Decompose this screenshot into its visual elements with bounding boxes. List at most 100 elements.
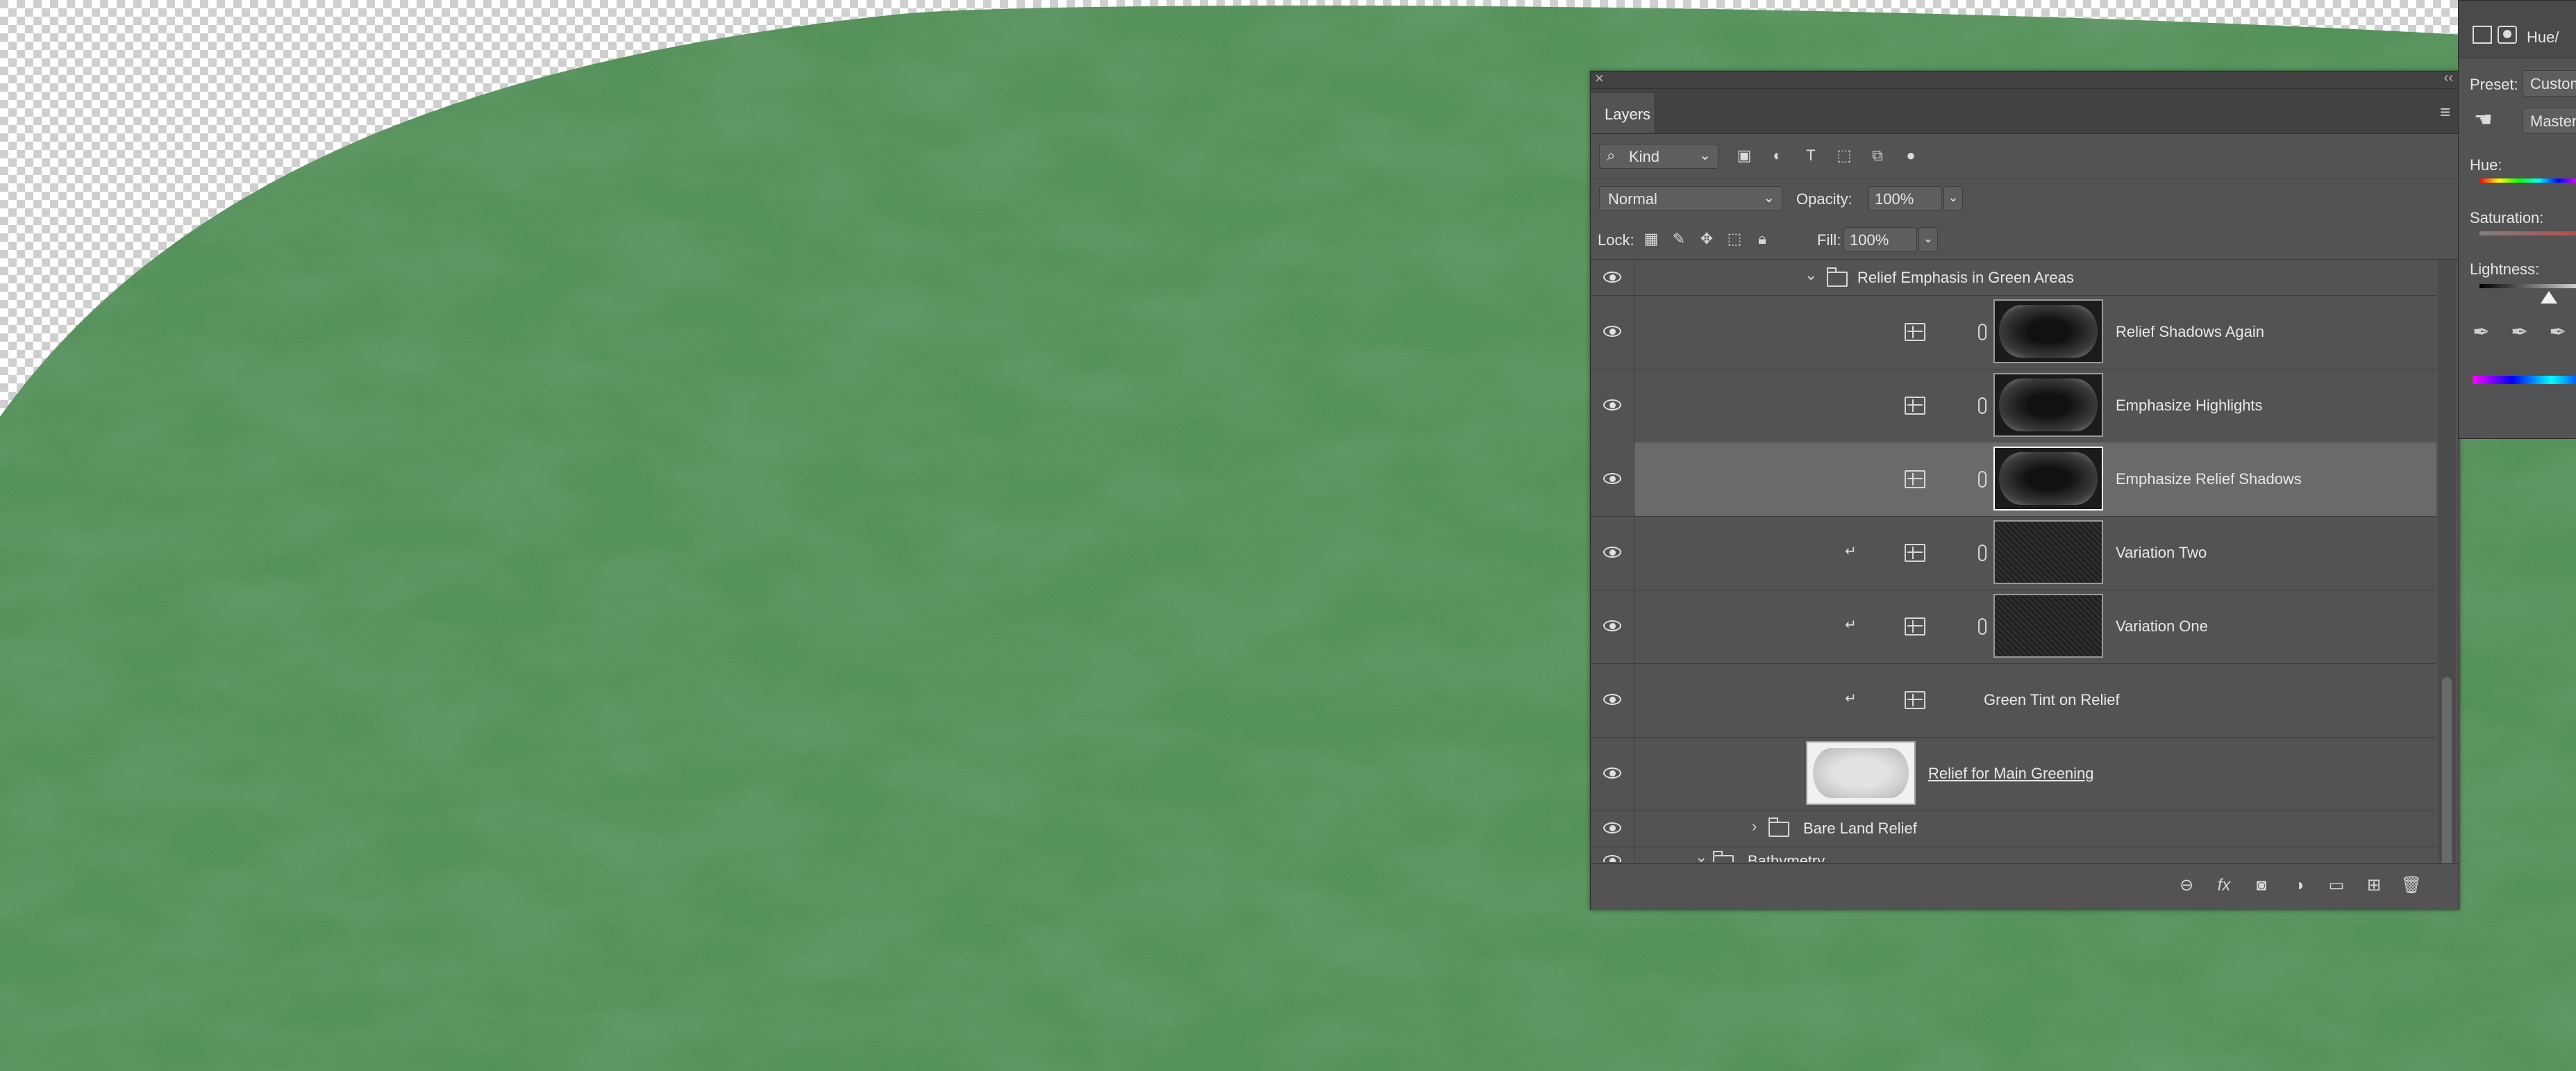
folder-icon bbox=[1713, 851, 1734, 862]
add-mask-icon[interactable]: ◙ bbox=[2250, 874, 2273, 897]
collapse-icon[interactable]: ‹‹ bbox=[2444, 70, 2453, 86]
layer-name: Relief Shadows Again bbox=[2116, 323, 2265, 340]
saturation-label: Saturation: bbox=[2470, 209, 2544, 226]
mask-link-icon[interactable] bbox=[1978, 397, 1987, 414]
layer-thumbnail[interactable] bbox=[1806, 741, 1916, 805]
curves-adjustment-icon bbox=[1905, 470, 1925, 488]
layer-row[interactable]: ↵ Variation Two bbox=[1591, 516, 2436, 590]
color-range-bar bbox=[2473, 376, 2576, 384]
filter-toggle-icon[interactable]: ● bbox=[1900, 144, 1922, 167]
image-filter-icon[interactable]: ▣ bbox=[1733, 144, 1755, 167]
lightness-label: Lightness: bbox=[2470, 260, 2540, 278]
mask-link-icon[interactable] bbox=[1978, 471, 1987, 488]
fill-value: 100% bbox=[1850, 231, 1889, 249]
visibility-eye-icon[interactable] bbox=[1603, 694, 1623, 706]
search-icon: ⌕ bbox=[1607, 147, 1616, 164]
mask-link-icon[interactable] bbox=[1978, 545, 1987, 561]
delete-layer-icon[interactable]: 🗑︎ bbox=[2400, 874, 2423, 897]
chevron-down-icon: ⌄ bbox=[1763, 190, 1775, 206]
chevron-down-icon[interactable]: ⌄ bbox=[1695, 848, 1707, 862]
lock-image-pixels-icon[interactable]: ✎ bbox=[1668, 227, 1689, 251]
visibility-eye-icon[interactable] bbox=[1603, 272, 1623, 284]
eyedropper-minus-icon[interactable]: ✒ bbox=[2549, 320, 2566, 344]
layer-row-selected[interactable]: Emphasize Relief Shadows bbox=[1591, 442, 2436, 517]
clipping-mask-arrow-icon: ↵ bbox=[1845, 544, 1857, 559]
lightness-slider[interactable] bbox=[2479, 284, 2576, 288]
layer-row[interactable]: ⌄ Relief Emphasis in Green Areas bbox=[1591, 260, 2436, 296]
adjustment-filter-icon[interactable]: ◐ bbox=[1766, 144, 1789, 167]
channel-select[interactable]: Master bbox=[2523, 108, 2576, 134]
mask-icon[interactable] bbox=[2498, 26, 2517, 44]
layer-row[interactable]: Relief Shadows Again bbox=[1591, 295, 2436, 370]
layer-name: Variation Two bbox=[2116, 544, 2207, 561]
saturation-slider[interactable] bbox=[2479, 231, 2576, 235]
visibility-eye-icon[interactable] bbox=[1603, 399, 1623, 412]
visibility-eye-icon[interactable] bbox=[1603, 767, 1623, 780]
opacity-label: Opacity: bbox=[1796, 190, 1852, 208]
layer-row[interactable]: Relief for Main Greening bbox=[1591, 737, 2436, 811]
close-icon[interactable]: × bbox=[1595, 69, 1604, 88]
mask-link-icon[interactable] bbox=[1978, 324, 1987, 340]
visibility-eye-icon[interactable] bbox=[1603, 620, 1623, 633]
lock-all-icon[interactable]: 🔒︎ bbox=[1752, 227, 1773, 251]
preset-select[interactable]: Custom bbox=[2523, 70, 2576, 97]
layer-row[interactable]: ⌄ Bathymetry bbox=[1591, 847, 2436, 862]
folder-icon bbox=[1827, 267, 1848, 287]
clipping-mask-arrow-icon: ↵ bbox=[1845, 691, 1857, 706]
shape-filter-icon[interactable]: ⬚ bbox=[1833, 144, 1855, 167]
type-filter-icon[interactable]: T bbox=[1800, 144, 1822, 167]
lock-row: Lock: ▦ ✎ ✥ ⬚ 🔒︎ Fill: 100% ⌄ bbox=[1591, 219, 2459, 260]
new-adjustment-layer-icon[interactable]: ◑ bbox=[2288, 874, 2310, 897]
properties-panel: Hue/ Preset: Custom ☚ Master Hue: Satura… bbox=[2458, 0, 2576, 439]
lock-label: Lock: bbox=[1598, 231, 1634, 249]
visibility-eye-icon[interactable] bbox=[1603, 547, 1623, 559]
layer-mask-thumbnail[interactable] bbox=[1993, 299, 2103, 363]
adjustment-icon[interactable] bbox=[2473, 26, 2492, 44]
blend-mode-value: Normal bbox=[1608, 190, 1657, 208]
hue-slider[interactable] bbox=[2479, 178, 2576, 183]
chevron-down-icon[interactable]: ⌄ bbox=[1805, 266, 1817, 284]
visibility-eye-icon[interactable] bbox=[1603, 326, 1623, 338]
visibility-eye-icon[interactable] bbox=[1603, 822, 1623, 835]
layer-mask-thumbnail[interactable] bbox=[1993, 447, 2103, 510]
opacity-input[interactable]: 100% bbox=[1868, 186, 1942, 211]
layer-list-scrollbar[interactable] bbox=[2438, 260, 2456, 879]
eyedropper-plus-icon[interactable]: ✒ bbox=[2511, 320, 2528, 344]
lock-artboard-icon[interactable]: ⬚ bbox=[1724, 227, 1745, 251]
link-layers-icon[interactable]: ⊖ bbox=[2175, 874, 2198, 897]
layer-row[interactable]: Emphasize Highlights bbox=[1591, 369, 2436, 443]
mask-link-icon[interactable] bbox=[1978, 618, 1987, 635]
lock-transparent-pixels-icon[interactable]: ▦ bbox=[1641, 227, 1662, 251]
lightness-slider-thumb[interactable] bbox=[2541, 291, 2557, 304]
layer-mask-thumbnail[interactable] bbox=[1993, 373, 2103, 437]
targeted-adjustment-hand-icon[interactable]: ☚ bbox=[2474, 108, 2493, 132]
scrollbar-thumb[interactable] bbox=[2442, 677, 2452, 879]
filter-kind-select[interactable]: ⌕ Kind ⌄ bbox=[1599, 144, 1718, 169]
preset-value: Custom bbox=[2530, 75, 2576, 92]
layer-row[interactable]: › Bare Land Relief bbox=[1591, 811, 2436, 847]
blend-mode-select[interactable]: Normal ⌄ bbox=[1599, 186, 1782, 211]
new-group-icon[interactable]: ▭ bbox=[2325, 874, 2348, 897]
layer-row[interactable]: ↵ Variation One bbox=[1591, 590, 2436, 664]
opacity-dropdown-button[interactable]: ⌄ bbox=[1943, 186, 1963, 211]
fill-input[interactable]: 100% bbox=[1843, 227, 1917, 252]
curves-adjustment-icon bbox=[1905, 544, 1925, 562]
smart-object-filter-icon[interactable]: ⧉ bbox=[1866, 144, 1889, 167]
layer-style-fx-icon[interactable]: fx bbox=[2213, 874, 2235, 897]
visibility-eye-icon[interactable] bbox=[1603, 855, 1623, 862]
layer-name: Green Tint on Relief bbox=[1984, 691, 2120, 708]
panel-menu-icon[interactable]: ≡ bbox=[2440, 101, 2450, 123]
fill-dropdown-button[interactable]: ⌄ bbox=[1918, 227, 1938, 252]
layer-mask-thumbnail[interactable] bbox=[1993, 520, 2103, 584]
lock-position-icon[interactable]: ✥ bbox=[1696, 227, 1717, 251]
tab-layers[interactable]: Layers bbox=[1591, 93, 1655, 133]
chevron-right-icon[interactable]: › bbox=[1752, 817, 1757, 836]
hue-label: Hue: bbox=[2470, 156, 2502, 174]
layer-name: Relief Emphasis in Green Areas bbox=[1857, 269, 2074, 286]
new-layer-icon[interactable]: ⊞ bbox=[2363, 874, 2385, 897]
visibility-eye-icon[interactable] bbox=[1603, 473, 1623, 485]
layer-mask-thumbnail[interactable] bbox=[1993, 594, 2103, 658]
panel-title-bar[interactable]: × ‹‹ bbox=[1591, 69, 2459, 89]
eyedropper-icon[interactable]: ✒ bbox=[2473, 320, 2490, 344]
layer-row[interactable]: ↵ Green Tint on Relief bbox=[1591, 663, 2436, 738]
